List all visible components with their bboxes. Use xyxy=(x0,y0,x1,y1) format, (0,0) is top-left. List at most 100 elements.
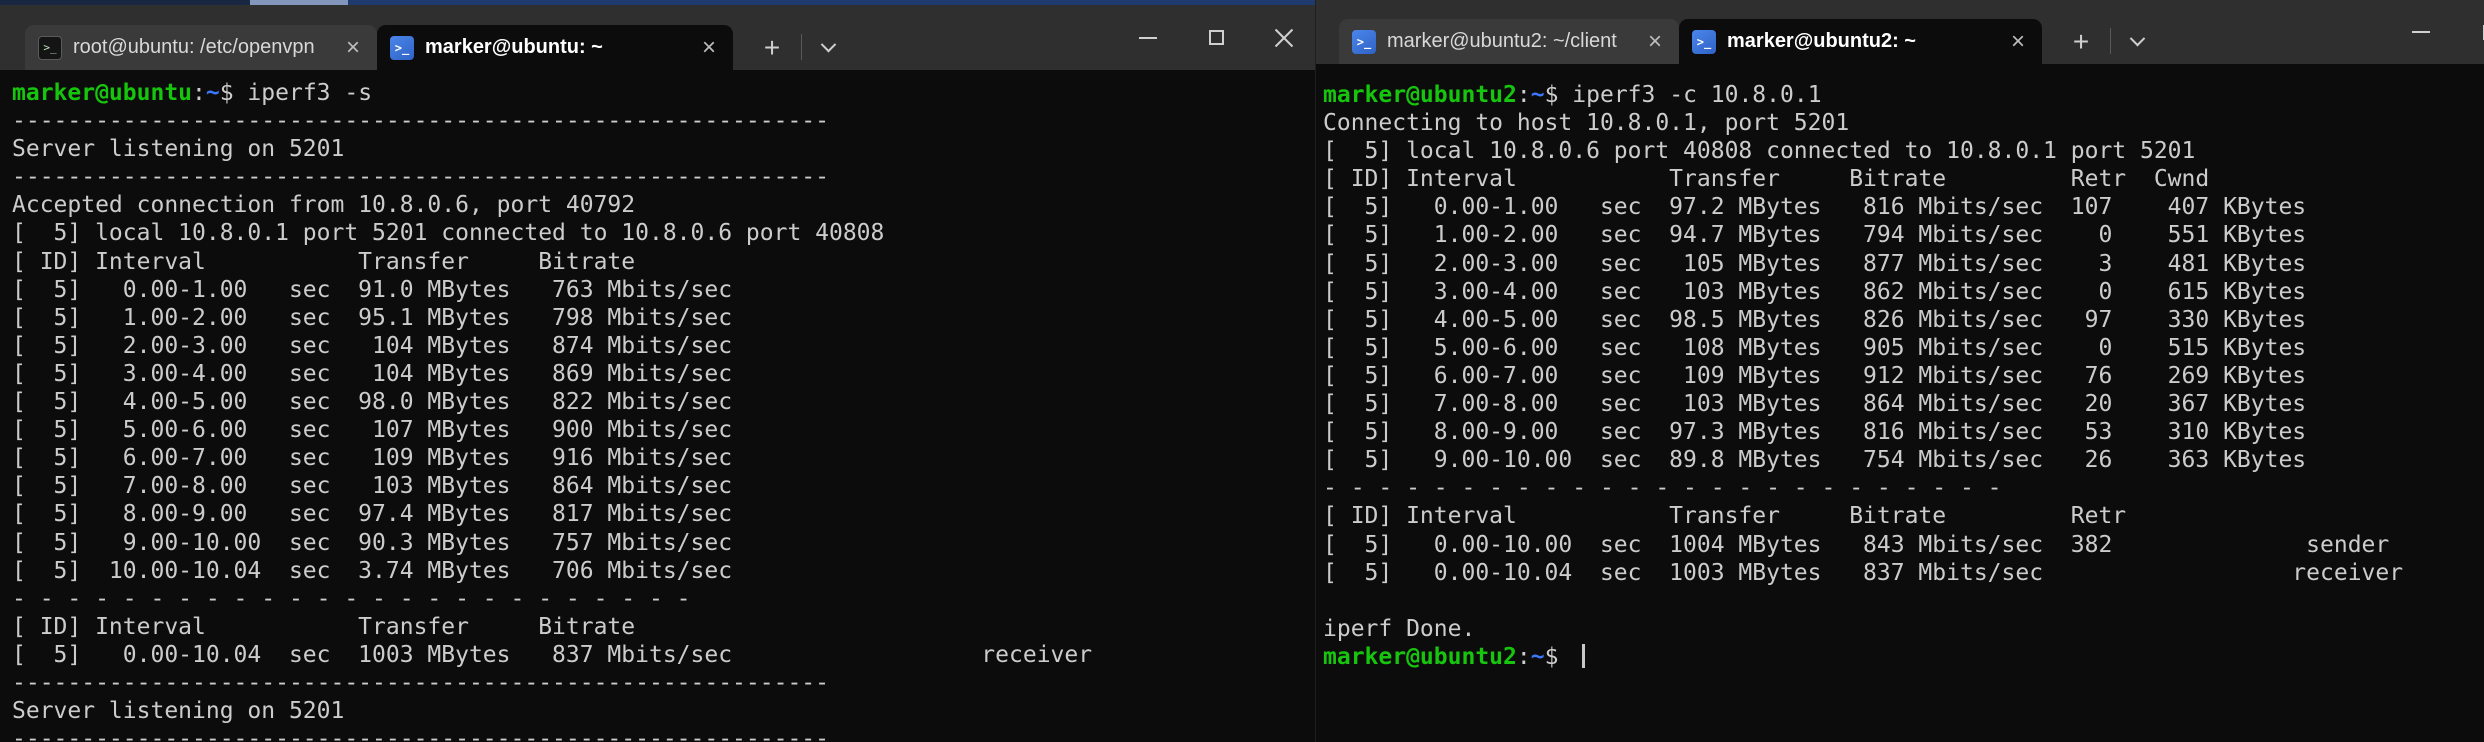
terminal-line: [ 5] 0.00-1.00 sec 91.0 MBytes 763 Mbits… xyxy=(12,276,1315,304)
terminal-text-segment: [ 5] 7.00-8.00 sec 103 MBytes 864 Mbits/… xyxy=(12,473,732,499)
terminal-text-segment: Connecting to host 10.8.0.1, port 5201 xyxy=(1323,110,1849,136)
terminal-text-segment: [ 5] 0.00-10.04 sec 1003 MBytes 837 Mbit… xyxy=(1323,560,2403,586)
terminal-text-segment: marker@ubuntu xyxy=(12,80,192,106)
tab-bar: >_ root@ubuntu: /etc/openvpn × >_ marker… xyxy=(0,5,1315,70)
minimize-icon xyxy=(2412,31,2430,33)
terminal-line: [ 5] 7.00-8.00 sec 103 MBytes 864 Mbits/… xyxy=(12,472,1315,500)
terminal-text-segment: [ 5] 2.00-3.00 sec 105 MBytes 877 Mbits/… xyxy=(1323,251,2306,277)
terminal-line: [ 5] 6.00-7.00 sec 109 MBytes 912 Mbits/… xyxy=(1323,362,2484,390)
terminal-line: [ 5] 3.00-4.00 sec 103 MBytes 862 Mbits/… xyxy=(1323,278,2484,306)
close-tab-icon[interactable]: × xyxy=(1645,32,1665,52)
terminal-line: [ 5] 0.00-10.04 sec 1003 MBytes 837 Mbit… xyxy=(12,641,1315,669)
new-tab-button[interactable]: + xyxy=(2058,19,2104,64)
terminal-line: [ 5] 8.00-9.00 sec 97.4 MBytes 817 Mbits… xyxy=(12,500,1315,528)
terminal-line: Accepted connection from 10.8.0.6, port … xyxy=(12,191,1315,219)
terminal-text-segment: - - - - - - - - - - - - - - - - - - - - … xyxy=(1323,475,2002,501)
terminal-line: [ ID] Interval Transfer Bitrate xyxy=(12,248,1315,276)
terminal-text-segment: - - - - - - - - - - - - - - - - - - - - … xyxy=(12,586,691,612)
terminal-text-segment: $ iperf3 -c 10.8.0.1 xyxy=(1545,82,1822,108)
powershell-icon: >_ xyxy=(1352,30,1376,54)
terminal-text-segment: Accepted connection from 10.8.0.6, port … xyxy=(12,192,635,218)
terminal-text-segment: ~ xyxy=(1531,644,1545,670)
close-window-button[interactable] xyxy=(1253,5,1315,70)
open-new-tab-dropdown-button[interactable] xyxy=(808,25,848,70)
close-tab-icon[interactable]: × xyxy=(699,38,719,58)
maximize-icon xyxy=(1209,30,1224,45)
terminal-line: Server listening on 5201 xyxy=(12,697,1315,725)
terminal-text-segment: [ 5] 6.00-7.00 sec 109 MBytes 916 Mbits/… xyxy=(12,445,732,471)
terminal-text-segment: [ 5] local 10.8.0.6 port 40808 connected… xyxy=(1323,138,2195,164)
terminal-line: Server listening on 5201 xyxy=(12,135,1315,163)
terminal-text-segment: [ 5] 5.00-6.00 sec 108 MBytes 905 Mbits/… xyxy=(1323,335,2306,361)
terminal-output-server[interactable]: marker@ubuntu:~$ iperf3 -s--------------… xyxy=(0,70,1315,742)
terminal-text-segment: [ 5] 7.00-8.00 sec 103 MBytes 864 Mbits/… xyxy=(1323,391,2306,417)
terminal-line: marker@ubuntu2:~$ xyxy=(1323,643,2484,671)
bash-terminal-icon: >_ xyxy=(38,36,62,60)
terminal-text-segment: [ 5] 3.00-4.00 sec 103 MBytes 862 Mbits/… xyxy=(1323,279,2306,305)
terminal-line: [ 5] 9.00-10.00 sec 90.3 MBytes 757 Mbit… xyxy=(12,529,1315,557)
minimize-button[interactable] xyxy=(2390,0,2452,64)
terminal-line: [ 5] local 10.8.0.6 port 40808 connected… xyxy=(1323,137,2484,165)
terminal-text-segment: [ ID] Interval Transfer Bitrate Retr xyxy=(1323,503,2126,529)
tab-bar: >_ marker@ubuntu2: ~/client × >_ marker@… xyxy=(1316,0,2484,64)
terminal-text-segment: [ 5] 1.00-2.00 sec 95.1 MBytes 798 Mbits… xyxy=(12,305,732,331)
tab-marker-ubuntu2-client[interactable]: >_ marker@ubuntu2: ~/client × xyxy=(1339,19,1679,64)
terminal-line: [ 5] 10.00-10.04 sec 3.74 MBytes 706 Mbi… xyxy=(12,557,1315,585)
terminal-text-segment: iperf Done. xyxy=(1323,616,1475,642)
close-icon xyxy=(1273,27,1295,49)
terminal-text-segment: ----------------------------------------… xyxy=(12,726,829,742)
close-tab-icon[interactable]: × xyxy=(343,38,363,58)
chevron-down-icon xyxy=(820,37,836,53)
maximize-button[interactable] xyxy=(1185,5,1247,70)
maximize-button[interactable] xyxy=(2457,0,2484,64)
terminal-line: Connecting to host 10.8.0.1, port 5201 xyxy=(1323,109,2484,137)
terminal-window-server: >_ root@ubuntu: /etc/openvpn × >_ marker… xyxy=(0,5,1315,742)
divider xyxy=(2110,28,2111,54)
terminal-text-segment: [ 5] 0.00-10.04 sec 1003 MBytes 837 Mbit… xyxy=(12,642,1092,668)
terminal-text-segment: [ 5] 8.00-9.00 sec 97.3 MBytes 816 Mbits… xyxy=(1323,419,2306,445)
new-tab-button[interactable]: + xyxy=(749,25,795,70)
tab-root-ubuntu-openvpn[interactable]: >_ root@ubuntu: /etc/openvpn × xyxy=(25,25,377,70)
terminal-line: - - - - - - - - - - - - - - - - - - - - … xyxy=(12,585,1315,613)
divider xyxy=(801,34,802,60)
terminal-line: [ 5] 2.00-3.00 sec 104 MBytes 874 Mbits/… xyxy=(12,332,1315,360)
tab-title: marker@ubuntu: ~ xyxy=(425,36,688,59)
terminal-text-segment: ----------------------------------------… xyxy=(12,164,829,190)
terminal-text-segment: [ 5] local 10.8.0.1 port 5201 connected … xyxy=(12,220,884,246)
terminal-line: [ 5] 1.00-2.00 sec 94.7 MBytes 794 Mbits… xyxy=(1323,221,2484,249)
tab-title: marker@ubuntu2: ~ xyxy=(1727,30,1997,53)
terminal-text-segment: [ 5] 0.00-1.00 sec 97.2 MBytes 816 Mbits… xyxy=(1323,194,2306,220)
text-cursor xyxy=(1582,644,1585,668)
terminal-line: [ 5] 2.00-3.00 sec 105 MBytes 877 Mbits/… xyxy=(1323,250,2484,278)
minimize-icon xyxy=(1139,37,1157,39)
close-tab-icon[interactable]: × xyxy=(2008,32,2028,52)
terminal-text-segment: marker@ubuntu2 xyxy=(1323,82,1517,108)
terminal-line: marker@ubuntu2:~$ iperf3 -c 10.8.0.1 xyxy=(1323,81,2484,109)
terminal-line: [ ID] Interval Transfer Bitrate Retr xyxy=(1323,502,2484,530)
terminal-text-segment: $ iperf3 -s xyxy=(220,80,372,106)
open-new-tab-dropdown-button[interactable] xyxy=(2117,19,2157,64)
terminal-line: [ 5] 3.00-4.00 sec 104 MBytes 869 Mbits/… xyxy=(12,360,1315,388)
terminal-text-segment: [ 5] 1.00-2.00 sec 94.7 MBytes 794 Mbits… xyxy=(1323,222,2306,248)
terminal-text-segment: [ ID] Interval Transfer Bitrate Retr Cwn… xyxy=(1323,166,2209,192)
terminal-line: [ ID] Interval Transfer Bitrate xyxy=(12,613,1315,641)
terminal-line: [ ID] Interval Transfer Bitrate Retr Cwn… xyxy=(1323,165,2484,193)
terminal-text-segment: [ 5] 9.00-10.00 sec 90.3 MBytes 757 Mbit… xyxy=(12,530,732,556)
terminal-text-segment: marker@ubuntu2 xyxy=(1323,644,1517,670)
terminal-text-segment: ----------------------------------------… xyxy=(12,108,829,134)
minimize-button[interactable] xyxy=(1117,5,1179,70)
terminal-line: [ 5] 0.00-10.00 sec 1004 MBytes 843 Mbit… xyxy=(1323,531,2484,559)
terminal-text-segment: [ 5] 3.00-4.00 sec 104 MBytes 869 Mbits/… xyxy=(12,361,732,387)
terminal-window-client: >_ marker@ubuntu2: ~/client × >_ marker@… xyxy=(1315,0,2484,742)
tab-marker-ubuntu[interactable]: >_ marker@ubuntu: ~ × xyxy=(377,25,733,70)
terminal-text-segment: $ xyxy=(1545,644,1573,670)
terminal-text-segment: Server listening on 5201 xyxy=(12,136,344,162)
terminal-line: ----------------------------------------… xyxy=(12,725,1315,742)
terminal-line: marker@ubuntu:~$ iperf3 -s xyxy=(12,79,1315,107)
terminal-text-segment: [ 5] 0.00-1.00 sec 91.0 MBytes 763 Mbits… xyxy=(12,277,732,303)
tab-marker-ubuntu2[interactable]: >_ marker@ubuntu2: ~ × xyxy=(1679,19,2042,64)
terminal-line: iperf Done. xyxy=(1323,615,2484,643)
terminal-output-client[interactable]: marker@ubuntu2:~$ iperf3 -c 10.8.0.1Conn… xyxy=(1316,64,2484,742)
terminal-text-segment: [ ID] Interval Transfer Bitrate xyxy=(12,249,635,275)
terminal-line: [ 5] local 10.8.0.1 port 5201 connected … xyxy=(12,219,1315,247)
